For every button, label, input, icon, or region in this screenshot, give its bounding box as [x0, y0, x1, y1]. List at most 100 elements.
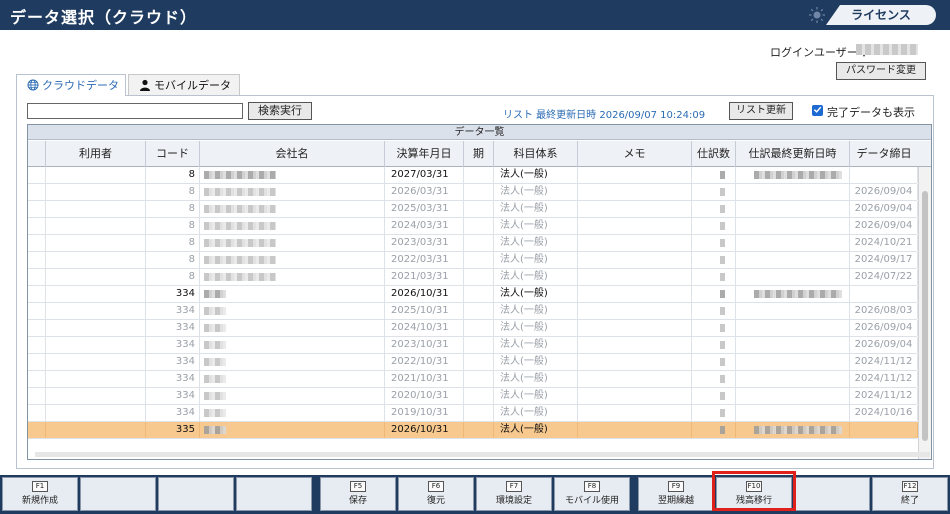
- fkey-f8-button[interactable]: F8 モバイル使用: [554, 477, 630, 511]
- fkey-f5-button[interactable]: F5 保存: [320, 477, 396, 511]
- table-cell: [46, 405, 146, 421]
- fkey-f9-button[interactable]: F9 翌期繰越: [638, 477, 714, 511]
- tab-cloud-label: クラウドデータ: [42, 79, 119, 92]
- table-cell: 2022/03/31: [385, 252, 464, 268]
- fkey-f1-button[interactable]: F1 新規作成: [2, 477, 78, 511]
- table-row[interactable]: 8 2021/03/31 法人(一般) 2024/07/22: [28, 269, 918, 286]
- col-header-period[interactable]: 期: [464, 141, 494, 167]
- table-row[interactable]: 334 2026/10/31 法人(一般): [28, 286, 918, 303]
- table-cell: 2024/07/22: [850, 269, 918, 285]
- table-cell: [578, 252, 692, 268]
- table-row[interactable]: 8 2027/03/31 法人(一般): [28, 167, 918, 184]
- table-row[interactable]: 8 2022/03/31 法人(一般) 2024/09/17: [28, 252, 918, 269]
- table-cell: 法人(一般): [494, 252, 578, 268]
- vertical-scroll-thumb[interactable]: [922, 191, 928, 441]
- table-cell: [578, 269, 692, 285]
- table-row[interactable]: 8 2023/03/31 法人(一般) 2024/10/21: [28, 235, 918, 252]
- fkey-f6-button[interactable]: F6 復元: [398, 477, 474, 511]
- table-cell: 2025/03/31: [385, 201, 464, 217]
- table-row[interactable]: 334 2024/10/31 法人(一般) 2026/09/04: [28, 320, 918, 337]
- table-cell: [692, 337, 736, 353]
- table-cell: 法人(一般): [494, 218, 578, 234]
- table-cell: 2027/03/31: [385, 167, 464, 183]
- col-header-journal-updated[interactable]: 仕訳最終更新日時: [736, 141, 850, 167]
- fkey-empty-button[interactable]: [236, 477, 312, 511]
- company-name-redacted: [204, 273, 276, 281]
- table-row[interactable]: 334 2019/10/31 法人(一般) 2024/10/16: [28, 405, 918, 422]
- col-header-company[interactable]: 会社名: [200, 141, 385, 167]
- table-cell: [736, 167, 850, 183]
- title-bar: データ選択（クラウド） ライセンス: [0, 0, 950, 30]
- table-cell: 法人(一般): [494, 184, 578, 200]
- refresh-list-button[interactable]: リスト更新: [729, 102, 793, 120]
- license-button[interactable]: ライセンス: [826, 5, 936, 25]
- table-row[interactable]: 334 2022/10/31 法人(一般) 2024/11/12: [28, 354, 918, 371]
- table-cell: [46, 388, 146, 404]
- company-name-redacted: [204, 222, 276, 230]
- table-cell: 2020/10/31: [385, 388, 464, 404]
- table-row[interactable]: 334 2020/10/31 法人(一般) 2024/11/12: [28, 388, 918, 405]
- col-header-journal-count[interactable]: 仕訳数: [692, 141, 736, 167]
- table-cell: [200, 422, 385, 438]
- table-cell: [46, 354, 146, 370]
- change-password-button[interactable]: パスワード変更: [836, 62, 926, 80]
- table-cell: [46, 422, 146, 438]
- table-cell: 8: [146, 218, 200, 234]
- table-cell: [200, 303, 385, 319]
- fkey-f12-button[interactable]: F12 終了: [872, 477, 948, 511]
- table-row[interactable]: 334 2025/10/31 法人(一般) 2026/08/03: [28, 303, 918, 320]
- table-cell: [464, 388, 494, 404]
- search-button[interactable]: 検索実行: [248, 102, 312, 120]
- table-cell: 2024/10/16: [850, 405, 918, 421]
- table-row[interactable]: 334 2023/10/31 法人(一般) 2026/09/04: [28, 337, 918, 354]
- table-cell: [200, 252, 385, 268]
- col-header-closing-date[interactable]: データ締日: [850, 141, 918, 167]
- tab-cloud-data[interactable]: クラウドデータ: [16, 74, 126, 96]
- table-cell: [28, 235, 46, 251]
- table-row[interactable]: 8 2024/03/31 法人(一般) 2026/09/04: [28, 218, 918, 235]
- grid-rows: 8 2027/03/31 法人(一般) 8 2026/03/31 法人(一般) 2026/0…: [28, 167, 918, 439]
- fkey-f7-button[interactable]: F7 環境設定: [476, 477, 552, 511]
- table-cell: 2023/10/31: [385, 337, 464, 353]
- table-cell: [464, 303, 494, 319]
- fkey-empty-button[interactable]: [794, 477, 870, 511]
- table-cell: [28, 371, 46, 387]
- search-input[interactable]: [27, 103, 243, 119]
- show-completed-checkbox[interactable]: [812, 105, 823, 116]
- table-cell: [28, 286, 46, 302]
- table-row[interactable]: 8 2026/03/31 法人(一般) 2026/09/04: [28, 184, 918, 201]
- table-cell: [464, 269, 494, 285]
- fkey-empty-button[interactable]: [80, 477, 156, 511]
- table-cell: [578, 286, 692, 302]
- table-cell: 2025/10/31: [385, 303, 464, 319]
- function-key-bar: F1 新規作成 F5 保存 F6 復元 F7 環境設定 F8 モバイル使用 F9 翌期繰越 F10 残高移…: [0, 475, 950, 514]
- table-cell: [200, 218, 385, 234]
- horizontal-scrollbar[interactable]: [35, 452, 930, 457]
- table-cell: 2026/09/04: [850, 337, 918, 353]
- table-cell: [850, 422, 918, 438]
- col-header-user[interactable]: 利用者: [46, 141, 146, 167]
- col-header-code[interactable]: コード: [146, 141, 200, 167]
- table-cell: [464, 422, 494, 438]
- table-cell: [692, 371, 736, 387]
- table-cell: 2023/03/31: [385, 235, 464, 251]
- vertical-scrollbar[interactable]: [918, 167, 931, 459]
- table-cell: 2021/03/31: [385, 269, 464, 285]
- fkey-empty-button[interactable]: [158, 477, 234, 511]
- company-name-redacted: [204, 239, 276, 247]
- table-cell: [736, 235, 850, 251]
- tab-mobile-data[interactable]: モバイルデータ: [128, 74, 240, 96]
- col-header-memo[interactable]: メモ: [578, 141, 692, 167]
- table-cell: [692, 218, 736, 234]
- table-cell: [464, 337, 494, 353]
- table-cell: 334: [146, 354, 200, 370]
- col-header-account-system[interactable]: 科目体系: [494, 141, 578, 167]
- table-row[interactable]: 335 2026/10/31 法人(一般): [28, 422, 918, 439]
- journal-count-redacted: [720, 409, 725, 417]
- col-header-fiscal-date[interactable]: 決算年月日: [385, 141, 464, 167]
- table-cell: 334: [146, 405, 200, 421]
- table-row[interactable]: 8 2025/03/31 法人(一般) 2026/09/04: [28, 201, 918, 218]
- table-row[interactable]: 334 2021/10/31 法人(一般) 2024/11/12: [28, 371, 918, 388]
- table-cell: [28, 405, 46, 421]
- table-cell: [692, 422, 736, 438]
